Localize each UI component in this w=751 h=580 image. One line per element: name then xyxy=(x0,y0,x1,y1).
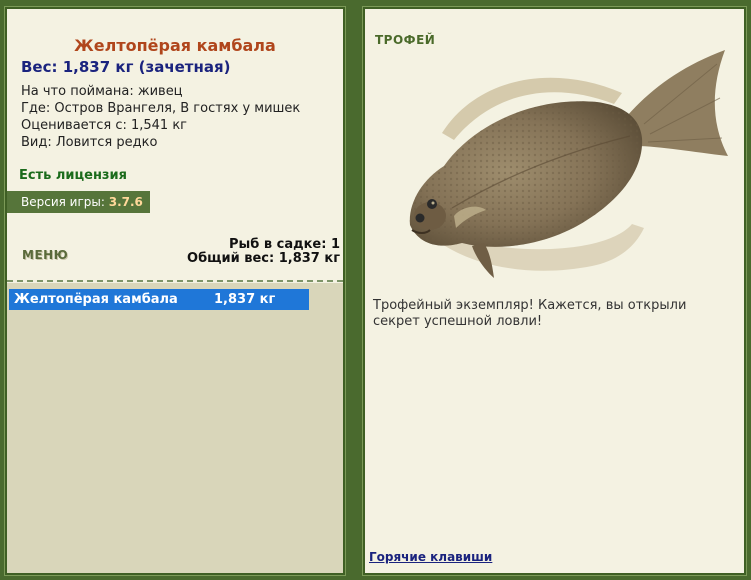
catch-list: Желтопёрая камбала 1,837 кг xyxy=(7,283,343,573)
threshold-info: Оценивается с: 1,541 кг xyxy=(21,118,188,133)
version-label: Версия игры: xyxy=(21,195,105,209)
catch-name: Желтопёрая камбала xyxy=(14,292,178,307)
hotkeys-link[interactable]: Горячие клавиши xyxy=(369,550,492,564)
version-value: 3.7.6 xyxy=(108,195,143,209)
catch-list-item[interactable]: Желтопёрая камбала 1,837 кг xyxy=(9,289,309,310)
trophy-description: Трофейный экземпляр! Кажется, вы открыли… xyxy=(373,298,687,329)
rarity-info: Вид: Ловится редко xyxy=(21,135,158,150)
catch-weight: 1,837 кг xyxy=(214,292,276,307)
license-status: Есть лицензия xyxy=(19,168,127,183)
total-weight: Общий вес: 1,837 кг xyxy=(187,251,340,266)
fish-info-panel: Желтопёрая камбала Вес: 1,837 кг (зачетн… xyxy=(4,6,346,576)
divider xyxy=(7,280,343,282)
fish-title: Желтопёрая камбала xyxy=(74,36,276,55)
location-info: Где: Остров Врангеля, В гостях у мишек xyxy=(21,101,301,116)
bait-info: На что поймана: живец xyxy=(21,84,183,99)
fish-weight: Вес: 1,837 кг (зачетная) xyxy=(21,58,231,76)
flounder-fish-image xyxy=(409,50,728,278)
fish-count: Рыб в садке: 1 xyxy=(228,237,340,252)
menu-button[interactable]: МЕНЮ xyxy=(22,248,68,262)
trophy-panel: ТРОФЕЙ Трофейный экземпляр! Кажется, вы … xyxy=(362,6,747,576)
game-version: Версия игры: 3.7.6 xyxy=(7,191,150,213)
